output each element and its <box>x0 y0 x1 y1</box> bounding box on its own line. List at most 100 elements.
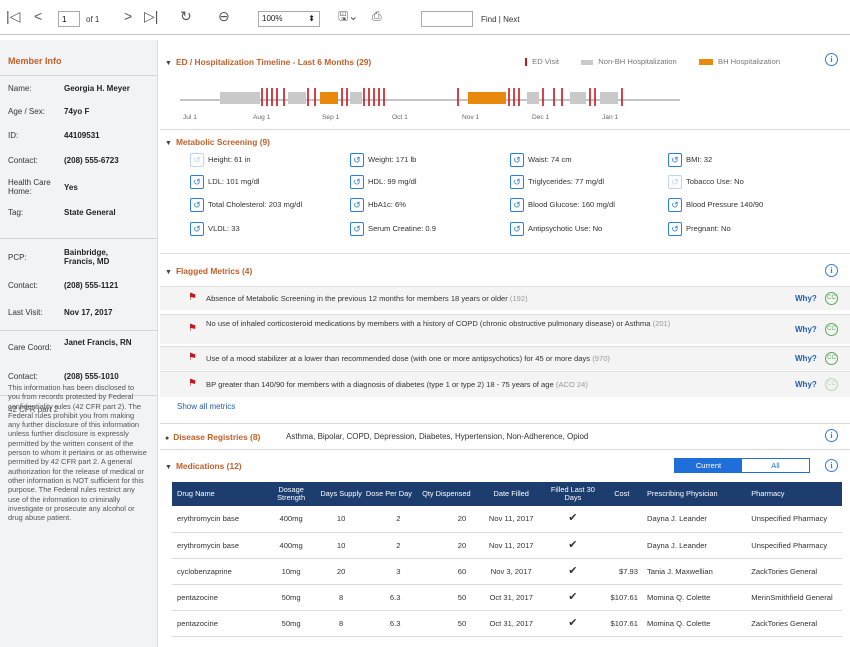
history-icon[interactable]: ↺ <box>668 153 682 167</box>
col-filled-last-30[interactable]: Filled Last 30 Days <box>544 482 602 506</box>
registries-list: Asthma, Bipolar, COPD, Depression, Diabe… <box>286 432 589 441</box>
registries-title: Disease Registries (8) <box>173 432 261 442</box>
medication-row[interactable]: pentazocine 50mg 8 6.3 50 Oct 31, 2017 ✔ $107.6… <box>172 610 842 637</box>
col-drug-name[interactable]: Drug Name <box>172 482 264 506</box>
cc-icon[interactable]: CC <box>825 323 838 336</box>
history-icon[interactable]: ↺ <box>190 153 204 167</box>
registries-section-header[interactable]: ● Disease Registries (8) <box>165 432 260 442</box>
metabolic-item-text: Waist: 74 cm <box>528 155 572 164</box>
refresh-icon[interactable]: ↻ <box>180 9 192 23</box>
print-icon[interactable]: ⎙ <box>372 9 382 23</box>
history-icon[interactable]: ↺ <box>350 198 364 212</box>
history-icon[interactable]: ↺ <box>190 222 204 236</box>
cc-icon[interactable]: CC <box>825 352 838 365</box>
last-visit-label: Last Visit: <box>8 308 43 317</box>
metabolic-item-text: Height: 61 in <box>208 155 251 164</box>
history-icon[interactable]: ↺ <box>668 198 682 212</box>
flagged-info-icon[interactable]: i <box>825 264 838 277</box>
find-input[interactable] <box>421 11 473 27</box>
pharmacy-cell: ZackTories General <box>746 610 842 637</box>
history-icon[interactable]: ↺ <box>510 153 524 167</box>
divider <box>160 423 850 424</box>
metabolic-item: ↺ BMI: 32 <box>668 153 712 167</box>
bh-swatch <box>698 59 713 65</box>
member-sidebar: Member Info Name: Georgia H. Meyer Age /… <box>0 40 158 647</box>
history-icon[interactable]: ↺ <box>510 198 524 212</box>
checkmark-icon: ✔ <box>544 558 602 585</box>
timeline-info-icon[interactable]: i <box>825 53 838 66</box>
back-icon[interactable]: ⊖ <box>218 9 230 23</box>
history-icon[interactable]: ↺ <box>510 175 524 189</box>
history-icon[interactable]: ↺ <box>350 153 364 167</box>
metabolic-item-text: HbA1c: 6% <box>368 200 406 209</box>
col-date-filled[interactable]: Date Filled <box>478 482 545 506</box>
flag-icon: ⚑ <box>188 323 197 334</box>
first-page-icon[interactable]: |◁ <box>6 9 20 23</box>
why-link[interactable]: Why? <box>795 325 817 334</box>
page-number-input[interactable] <box>58 11 80 27</box>
col-dose-per-day[interactable]: Dose Per Day <box>363 482 415 506</box>
metabolic-item: ↺ Height: 61 in <box>190 153 251 167</box>
history-icon[interactable]: ↺ <box>190 175 204 189</box>
col-pharmacy[interactable]: Pharmacy <box>746 482 842 506</box>
dose-per-day-cell: 6.3 <box>363 610 415 637</box>
medications-title: Medications (12) <box>175 461 242 471</box>
metabolic-item: ↺ LDL: 101 mg/dl <box>190 175 260 189</box>
registries-info-icon[interactable]: i <box>825 429 838 442</box>
medication-row[interactable]: cyclobenzaprine 10mg 20 3 60 Nov 3, 2017 ✔ $7.9… <box>172 558 842 585</box>
ed-visit-marks <box>261 88 623 106</box>
metabolic-section-header[interactable]: ▼ Metabolic Screening (9) <box>165 137 270 147</box>
history-icon[interactable]: ↺ <box>350 222 364 236</box>
non-bh-stay <box>570 92 586 104</box>
checkmark-icon: ✔ <box>544 610 602 637</box>
metabolic-item-text: Triglycerides: 77 mg/dl <box>528 177 605 186</box>
col-dosage-strength[interactable]: Dosage Strength <box>263 482 319 506</box>
next-page-icon[interactable]: > <box>124 9 132 23</box>
medications-section-header[interactable]: ▼ Medications (12) <box>165 461 242 471</box>
medication-row[interactable]: pentazocine 50mg 8 6.3 50 Oct 31, 2017 ✔ $107.6… <box>172 584 842 611</box>
qty-cell: 60 <box>414 558 479 585</box>
show-all-metrics-link[interactable]: Show all metrics <box>177 402 235 411</box>
name-value: Georgia H. Meyer <box>64 84 130 93</box>
why-link[interactable]: Why? <box>795 380 817 389</box>
pharmacy-cell: Unspecified Pharmacy <box>746 532 842 559</box>
cc-icon[interactable]: CC <box>825 378 838 391</box>
history-icon[interactable]: ↺ <box>510 222 524 236</box>
timeline-section-header[interactable]: ▼ ED / Hospitalization Timeline - Last 6 … <box>165 57 371 67</box>
medication-row[interactable]: erythromycin base 400mg 10 2 20 Nov 11, 2017 ✔… <box>172 506 842 533</box>
history-icon[interactable]: ↺ <box>350 175 364 189</box>
why-link[interactable]: Why? <box>795 294 817 303</box>
days-supply-cell: 10 <box>318 532 364 559</box>
col-qty-dispensed[interactable]: Qty Dispensed <box>414 482 479 506</box>
last-page-icon[interactable]: ▷| <box>144 9 158 23</box>
health-care-home-value: Yes <box>64 183 78 192</box>
days-supply-cell: 8 <box>318 584 364 611</box>
cost-cell: $7.93 <box>601 558 642 585</box>
col-prescribing-physician[interactable]: Prescribing Physician <box>642 482 747 506</box>
history-icon[interactable]: ↺ <box>668 175 682 189</box>
cc-icon[interactable]: CC <box>825 292 838 305</box>
history-icon[interactable]: ↺ <box>190 198 204 212</box>
zoom-select[interactable]: 100% ⬍ <box>258 11 320 27</box>
current-toggle[interactable]: Current <box>675 459 742 472</box>
why-link[interactable]: Why? <box>795 354 817 363</box>
col-days-supply[interactable]: Days Supply <box>318 482 364 506</box>
prev-page-icon[interactable]: < <box>34 9 42 23</box>
metabolic-item-text: Pregnant: No <box>686 224 731 233</box>
drug-name-cell: cyclobenzaprine <box>172 558 264 585</box>
metabolic-item-text: Total Cholesterol: 203 mg/dl <box>208 200 303 209</box>
all-toggle[interactable]: All <box>742 459 809 472</box>
metabolic-item: ↺ Triglycerides: 77 mg/dl <box>510 175 604 189</box>
history-icon[interactable]: ↺ <box>668 222 682 236</box>
flagged-metric-text: No use of inhaled corticosteroid medicat… <box>206 319 766 329</box>
physician-cell: Dayna J. Leander <box>642 532 747 559</box>
metric-description: No use of inhaled corticosteroid medicat… <box>206 319 651 328</box>
medication-row[interactable]: erythromycin base 400mg 10 2 20 Nov 11, 2017 ✔… <box>172 532 842 559</box>
export-icon[interactable]: 🖫⌄ <box>338 9 358 23</box>
cost-cell <box>601 532 642 559</box>
col-cost[interactable]: Cost <box>601 482 642 506</box>
flagged-section-header[interactable]: ▼ Flagged Metrics (4) <box>165 266 252 276</box>
medications-info-icon[interactable]: i <box>825 459 838 472</box>
days-supply-cell: 10 <box>318 506 364 533</box>
find-next-link[interactable]: Find | Next <box>481 15 520 24</box>
